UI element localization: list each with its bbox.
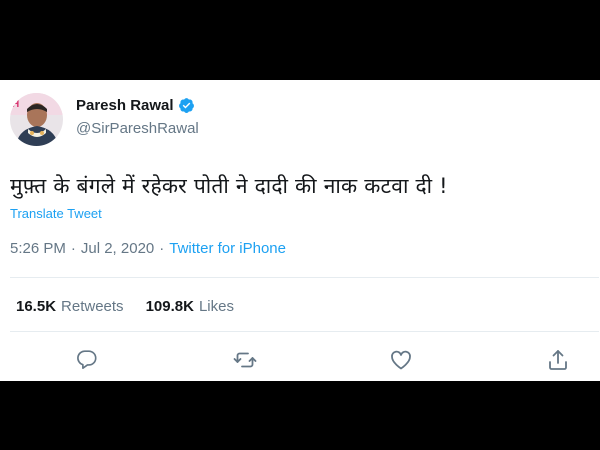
heart-icon[interactable]	[389, 348, 413, 372]
tweet-time[interactable]: 5:26 PM	[10, 240, 66, 257]
retweets-stat[interactable]: 16.5K Retweets	[16, 298, 124, 315]
author-handle[interactable]: @SirPareshRawal	[76, 120, 199, 137]
likes-label: Likes	[198, 298, 234, 315]
tweet-source[interactable]: Twitter for iPhone	[169, 240, 286, 257]
tweet-text: मुफ़्त के बंगले में रहेकर पोती ने दादी क…	[10, 174, 448, 198]
svg-text:H: H	[12, 99, 19, 110]
translate-tweet-link[interactable]: Translate Tweet	[10, 206, 102, 221]
action-bar	[0, 348, 600, 374]
avatar[interactable]: H	[10, 93, 63, 146]
meta-separator: ·	[159, 240, 165, 257]
verified-badge-icon	[178, 97, 195, 114]
share-icon[interactable]	[546, 348, 570, 372]
retweet-icon[interactable]	[233, 348, 257, 372]
author-name[interactable]: Paresh Rawal	[76, 97, 174, 114]
likes-count: 109.8K	[145, 298, 194, 315]
divider	[10, 331, 599, 332]
tweet-card: H Paresh Rawal @SirPareshRawal मुफ़्त के…	[0, 80, 600, 381]
divider	[10, 277, 599, 278]
tweet-metadata: 5:26 PM · Jul 2, 2020 · Twitter for iPho…	[10, 240, 286, 257]
meta-separator: ·	[70, 240, 76, 257]
author-row: Paresh Rawal	[76, 97, 195, 114]
reply-icon[interactable]	[76, 348, 100, 372]
retweets-count: 16.5K	[16, 298, 57, 315]
engagement-stats: 16.5K Retweets 109.8K Likes	[16, 298, 256, 315]
retweets-label: Retweets	[61, 298, 124, 315]
tweet-date[interactable]: Jul 2, 2020	[81, 240, 154, 257]
likes-stat[interactable]: 109.8K Likes	[146, 298, 234, 315]
